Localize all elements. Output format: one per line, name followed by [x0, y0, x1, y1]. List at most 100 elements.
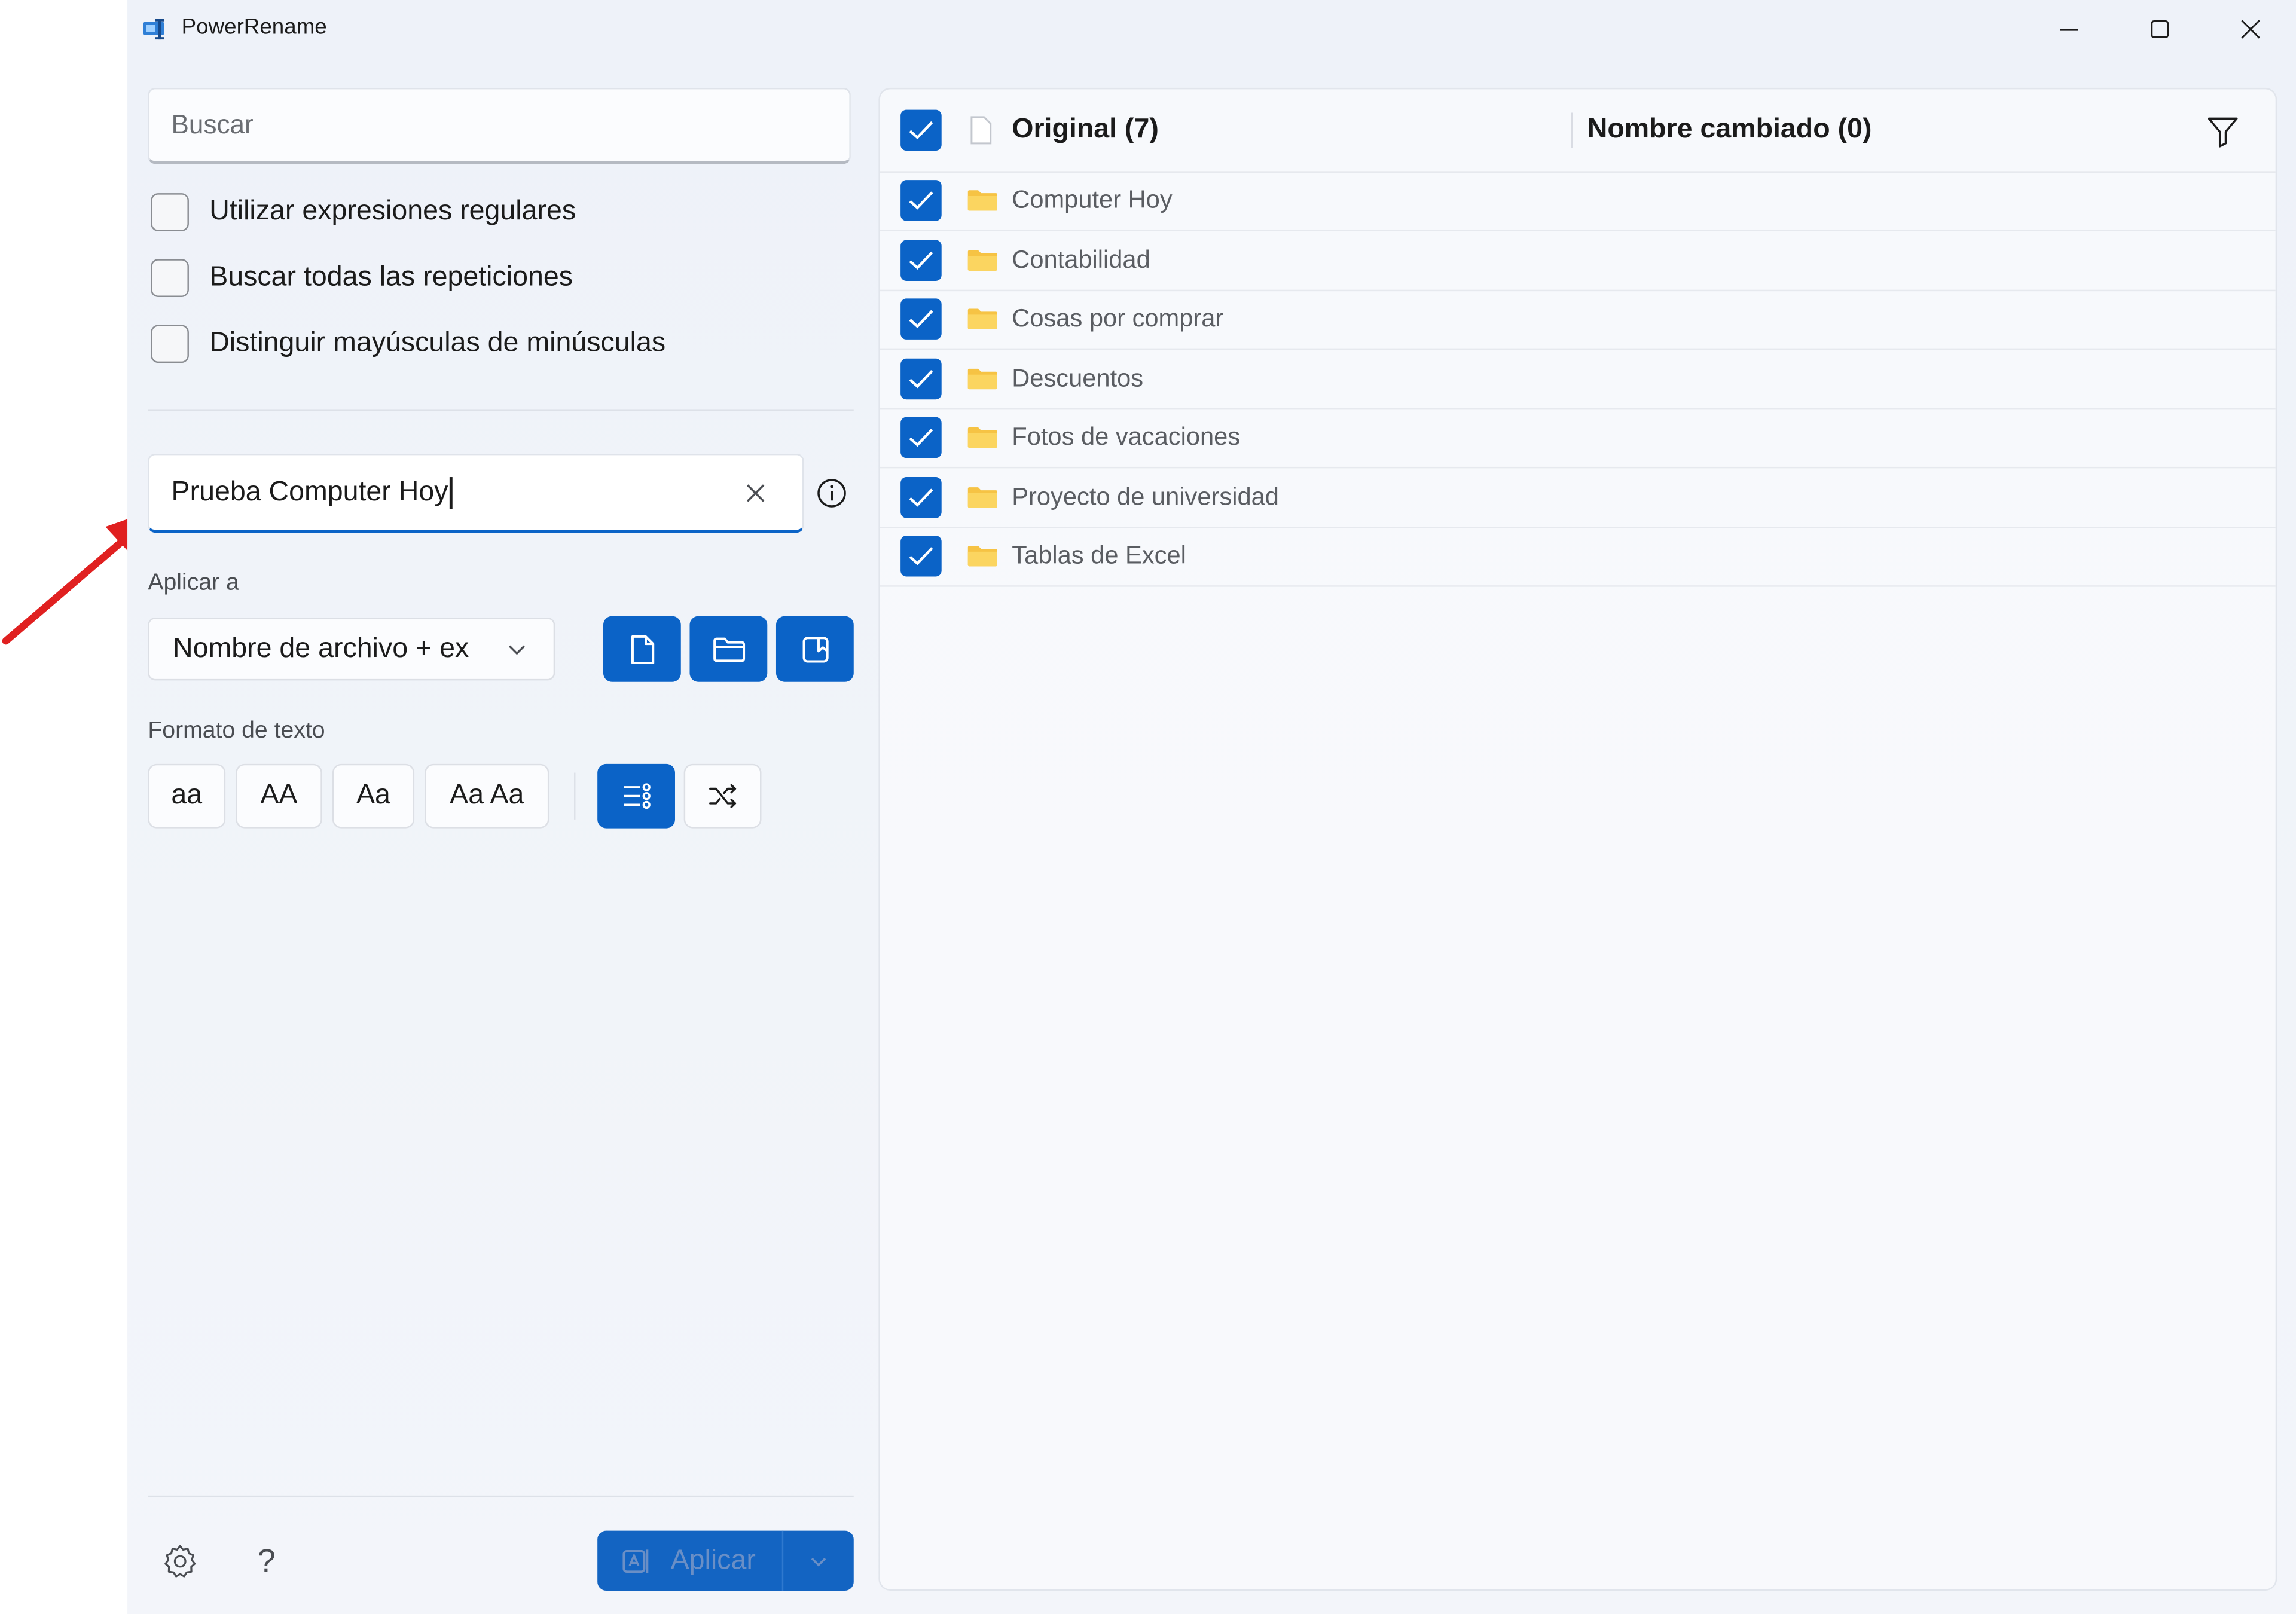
folder-icon	[967, 487, 997, 508]
file-row[interactable]: Cosas por comprar	[880, 290, 2276, 350]
title-bar: PowerRename	[127, 0, 2296, 59]
file-row[interactable]: Tablas de Excel	[880, 527, 2276, 587]
lowercase-button[interactable]: aa	[148, 763, 226, 829]
folder-icon	[967, 546, 997, 567]
original-column-header: Original (7)	[1012, 114, 1159, 145]
maximize-button[interactable]	[2114, 0, 2205, 59]
case-sensitive-label: Distinguir mayúsculas de minúsculas	[209, 328, 666, 359]
row-checkbox[interactable]	[900, 417, 942, 458]
enumerate-items-toggle[interactable]	[597, 763, 675, 829]
window-title: PowerRename	[181, 14, 327, 40]
include-subfolders-toggle[interactable]	[775, 616, 854, 682]
shuffle-icon	[708, 784, 735, 808]
case-sensitive-checkbox[interactable]	[151, 325, 189, 363]
file-name: Proyecto de universidad	[1012, 482, 1279, 511]
search-field[interactable]	[148, 87, 851, 164]
file-icon	[970, 116, 992, 145]
option-match-all[interactable]: Buscar todas las repeticiones	[151, 258, 573, 299]
file-name: Contabilidad	[1012, 246, 1150, 274]
column-separator	[1571, 112, 1573, 148]
match-all-checkbox[interactable]	[151, 259, 189, 297]
apply-label: Aplicar	[670, 1544, 756, 1576]
close-icon	[2241, 20, 2260, 39]
file-list-header: Original (7) Nombre cambiado (0)	[880, 89, 2276, 173]
file-row[interactable]: Fotos de vacaciones	[880, 408, 2276, 469]
rename-icon	[622, 1549, 649, 1573]
file-name: Cosas por comprar	[1012, 304, 1224, 332]
checkmark-icon	[909, 121, 933, 140]
close-button[interactable]	[2205, 0, 2296, 59]
apply-options-dropdown[interactable]	[783, 1531, 854, 1591]
row-checkbox[interactable]	[900, 180, 942, 221]
file-list-panel: Original (7) Nombre cambiado (0) Compute…	[878, 87, 2277, 1591]
file-row[interactable]: Proyecto de universidad	[880, 468, 2276, 528]
file-row[interactable]: Computer Hoy	[880, 171, 2276, 231]
option-regex[interactable]: Utilizar expresiones regulares	[151, 192, 576, 233]
checkmark-icon	[909, 191, 933, 210]
enumerate-icon	[623, 783, 650, 809]
row-checkbox[interactable]	[900, 358, 942, 400]
text-caret	[449, 476, 452, 509]
clear-replace-button[interactable]	[740, 477, 772, 509]
replace-input[interactable]: Prueba Computer Hoy	[172, 476, 448, 509]
folder-icon	[967, 368, 997, 390]
file-name: Computer Hoy	[1012, 185, 1173, 214]
apply-to-selected: Nombre de archivo + ex	[172, 632, 469, 664]
file-name: Tablas de Excel	[1012, 541, 1186, 570]
include-folders-toggle[interactable]	[689, 616, 768, 682]
row-checkbox[interactable]	[900, 477, 942, 518]
checkmark-icon	[909, 251, 933, 270]
subfolder-icon	[802, 636, 828, 662]
apply-main-action[interactable]: Aplicar	[597, 1531, 782, 1591]
apply-button[interactable]: Aplicar	[597, 1530, 854, 1591]
include-files-toggle[interactable]	[603, 616, 681, 682]
powerrename-window: PowerRename Utilizar expresiones regular…	[127, 0, 2296, 1614]
file-row[interactable]: Descuentos	[880, 350, 2276, 410]
question-icon: ?	[257, 1542, 276, 1579]
match-all-label: Buscar todas las repeticiones	[209, 262, 573, 293]
regex-checkbox[interactable]	[151, 193, 189, 231]
format-divider	[574, 772, 576, 820]
option-case-sensitive[interactable]: Distinguir mayúsculas de minúsculas	[151, 323, 665, 365]
folder-icon	[967, 308, 997, 329]
titlecase-button[interactable]: Aa	[332, 763, 415, 829]
checkmark-icon	[909, 428, 933, 447]
row-checkbox[interactable]	[900, 240, 942, 282]
apply-to-label: Aplicar a	[148, 570, 239, 596]
folder-icon	[712, 637, 744, 662]
gear-icon	[164, 1545, 196, 1578]
checkmark-icon	[909, 488, 933, 507]
minimize-button[interactable]	[2024, 0, 2115, 59]
row-checkbox[interactable]	[900, 298, 942, 340]
file-icon	[630, 634, 654, 664]
file-name: Descuentos	[1012, 364, 1144, 393]
checkmark-icon	[909, 310, 933, 328]
row-checkbox[interactable]	[900, 535, 942, 577]
maximize-icon	[2151, 20, 2169, 38]
settings-button[interactable]	[161, 1542, 199, 1581]
random-string-toggle[interactable]	[683, 763, 762, 829]
renamed-column-header: Nombre cambiado (0)	[1587, 114, 1872, 145]
folder-icon	[967, 250, 997, 271]
text-format-label: Formato de texto	[148, 718, 325, 744]
footer-divider	[148, 1495, 854, 1497]
capitalize-each-word-button[interactable]: Aa Aa	[425, 763, 549, 829]
replace-field[interactable]: Prueba Computer Hoy	[148, 453, 804, 533]
options-divider	[148, 409, 854, 411]
close-icon	[747, 484, 765, 502]
select-all-checkbox[interactable]	[900, 109, 942, 151]
info-icon[interactable]	[816, 477, 848, 509]
chevron-down-icon	[509, 645, 525, 655]
folder-icon	[967, 190, 997, 211]
uppercase-button[interactable]: AA	[236, 763, 322, 829]
checkmark-icon	[909, 547, 933, 565]
filter-icon[interactable]	[2205, 114, 2240, 149]
search-input[interactable]	[171, 109, 850, 141]
powerrename-app-icon	[144, 19, 164, 40]
file-name: Fotos de vacaciones	[1012, 423, 1241, 451]
chevron-down-icon	[811, 1557, 826, 1566]
apply-to-dropdown[interactable]: Nombre de archivo + ex	[148, 618, 555, 681]
file-row[interactable]: Contabilidad	[880, 231, 2276, 292]
checkmark-icon	[909, 370, 933, 389]
help-button[interactable]: ?	[248, 1542, 286, 1581]
